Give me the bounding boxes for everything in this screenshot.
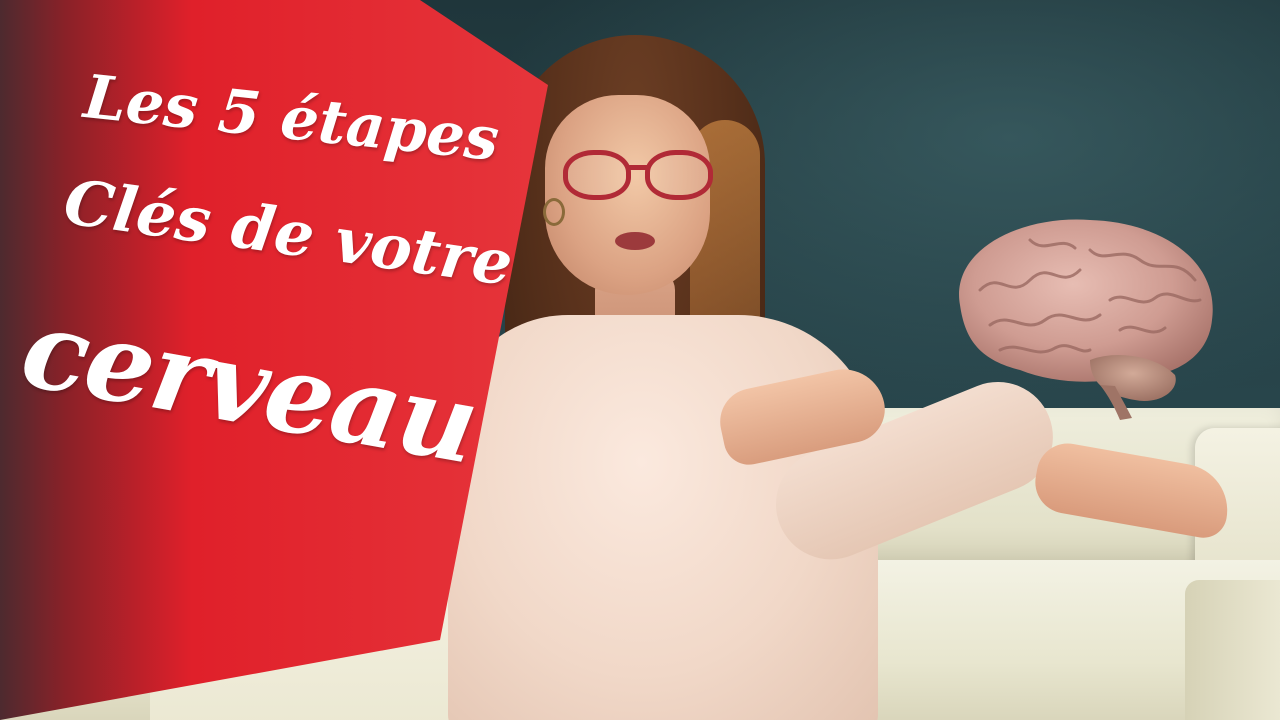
video-thumbnail: Les 5 étapes Clés de votre cerveau — [0, 0, 1280, 720]
glasses-lens-left — [563, 150, 631, 200]
sofa-armrest-right — [1185, 580, 1280, 720]
mouth — [615, 232, 655, 250]
glasses-lens-right — [645, 150, 713, 200]
brain-model-icon — [959, 219, 1213, 420]
earring — [543, 198, 565, 226]
glasses-bridge — [628, 165, 648, 170]
